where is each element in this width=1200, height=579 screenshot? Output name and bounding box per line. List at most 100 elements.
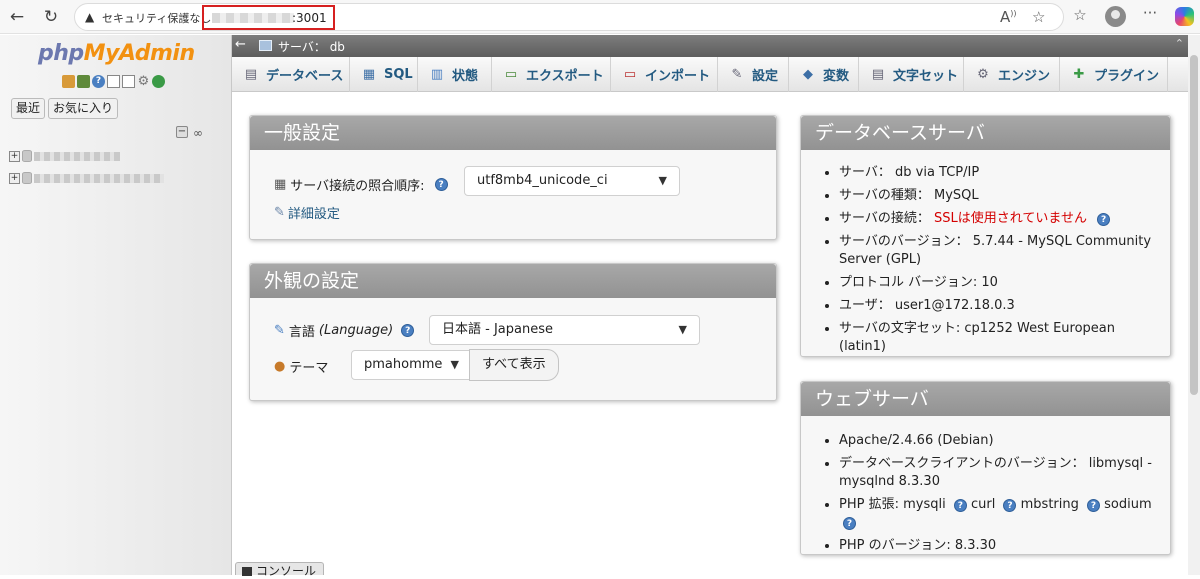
chevron-down-icon: ▼ — [658, 174, 667, 187]
blurred-db-name — [34, 151, 120, 161]
db-server-info-list: サーバ： db via TCP/IP サーバの種類： MySQL サーバの接続：… — [819, 164, 1164, 361]
collapse-nav-arrow-icon[interactable]: ← — [235, 37, 246, 52]
gear-icon[interactable]: ⚙ — [137, 75, 150, 88]
tab-import[interactable]: ▭ インポート — [611, 57, 718, 92]
list-item: データベースクライアントのバージョン： libmysql - mysqlnd 8… — [839, 455, 1159, 491]
url-port: :3001 — [292, 11, 327, 25]
server-icon — [259, 40, 272, 51]
logout-icon[interactable] — [77, 75, 90, 88]
theme-label: ● テーマ — [274, 359, 329, 376]
general-settings-panel: 一般設定 ▦ サーバ接続の照合順序: ? utf8mb4_unicode_ci … — [249, 115, 777, 240]
ssl-status: SSLは使用されていません — [934, 211, 1087, 226]
list-icon: ▦ — [274, 177, 287, 192]
refresh-icon[interactable] — [152, 75, 165, 88]
db-tree-item[interactable]: + — [9, 171, 164, 185]
chevron-down-icon: ▼ — [678, 323, 687, 336]
phpmyadmin-logo[interactable]: phpMyAdmin — [38, 41, 195, 66]
link-with-main-icon[interactable]: ∞ — [193, 126, 203, 140]
back-icon[interactable]: ← — [6, 6, 28, 28]
database-server-panel: データベースサーバ サーバ： db via TCP/IP サーバの種類： MyS… — [800, 115, 1171, 357]
help-icon[interactable]: ? — [1097, 213, 1111, 226]
scrollbar-thumb[interactable] — [1190, 55, 1198, 395]
list-item: サーバのバージョン： 5.7.44 - MySQL Community Serv… — [839, 233, 1164, 269]
expand-icon[interactable]: + — [9, 150, 20, 162]
read-aloud-icon[interactable]: A)) — [1000, 8, 1017, 26]
tab-export[interactable]: ▭ エクスポート — [492, 57, 611, 92]
panel-title: 一般設定 — [250, 116, 776, 150]
tab-engines[interactable]: ⚙ エンジン — [964, 57, 1060, 92]
tab-status[interactable]: ▥ 状態 — [418, 57, 492, 92]
tab-databases[interactable]: ▤ データベース — [232, 57, 350, 92]
help-icon[interactable]: ? — [953, 499, 967, 512]
breadcrumb-server[interactable]: サーバ： db — [278, 38, 345, 55]
tab-charsets[interactable]: ▤ 文字セット — [859, 57, 964, 92]
sql-icon: ▦ — [362, 67, 376, 82]
warning-icon: ▲ — [85, 10, 95, 24]
copilot-icon[interactable] — [1175, 7, 1194, 26]
palette-icon: ● — [274, 359, 286, 374]
help-icon[interactable]: ? — [434, 178, 448, 191]
favorites-list-icon[interactable]: ☆ — [1069, 6, 1091, 24]
tab-sql[interactable]: ▦ SQL — [350, 57, 418, 92]
status-icon: ▥ — [430, 67, 444, 82]
page-scrollbar[interactable] — [1188, 35, 1200, 575]
variables-icon: ◆ — [803, 67, 813, 82]
navigation-panel: phpMyAdmin ? ⚙ 最近 お気に入り − ∞ + + — [0, 35, 232, 575]
export-icon: ▭ — [504, 67, 518, 82]
home-icon[interactable] — [62, 75, 75, 88]
wrench-icon: ✎ — [274, 205, 285, 220]
language-select[interactable]: 日本語 - Japanese ▼ — [429, 315, 700, 345]
help-icon[interactable]: ? — [401, 324, 415, 337]
help-icon[interactable]: ? — [1003, 499, 1017, 512]
url-blurred-host — [212, 13, 294, 23]
charset-icon: ▤ — [871, 67, 885, 82]
more-settings-link[interactable]: ✎ 詳細設定 — [274, 203, 340, 222]
server-menu: ▤ データベース ▦ SQL ▥ 状態 ▭ エクスポート ▭ インポート ✎ 設定 ◆ 変数 … — [232, 57, 1188, 92]
list-item: PHP のバージョン: 8.3.30 — [839, 537, 1159, 555]
list-item: サーバの接続： SSLは使用されていません ? — [839, 210, 1164, 228]
list-item: サーバの文字セット: cp1252 West European (latin1) — [839, 320, 1164, 356]
recent-tab[interactable]: 最近 — [11, 98, 46, 119]
list-item: サーバ： db via TCP/IP — [839, 164, 1164, 182]
plugin-icon: ✚ — [1073, 67, 1085, 82]
database-icon: ▤ — [244, 67, 258, 82]
help-icon[interactable]: ? — [1087, 499, 1100, 512]
import-icon: ▭ — [623, 67, 637, 82]
list-item: サーバの種類： MySQL — [839, 187, 1164, 205]
browser-toolbar: ← ↻ ▲ セキュリティ保護なし :3001 A)) ☆ ☆ ··· — [0, 0, 1200, 34]
web-server-panel: ウェブサーバ Apache/2.4.66 (Debian) データベースクライア… — [800, 381, 1171, 555]
language-icon: ✎ — [274, 323, 285, 338]
wrench-icon: ✎ — [731, 67, 743, 82]
reload-icon[interactable]: ↻ — [40, 6, 62, 28]
theme-select[interactable]: pmahomme ▼ — [351, 350, 470, 380]
help-icon[interactable]: ? — [843, 517, 856, 530]
docs-sql-icon[interactable] — [122, 75, 135, 88]
scroll-top-icon[interactable]: ⌃ — [1175, 37, 1184, 50]
help-icon[interactable]: ? — [92, 75, 105, 88]
favorites-tab[interactable]: お気に入り — [48, 98, 119, 119]
breadcrumb: ← サーバ： db ⌃ — [232, 35, 1188, 57]
tab-plugins[interactable]: ✚ プラグイン — [1060, 57, 1168, 92]
address-bar[interactable]: ▲ セキュリティ保護なし :3001 A)) ☆ — [74, 3, 1064, 31]
tab-variables[interactable]: ◆ 変数 — [789, 57, 859, 92]
console-toggle[interactable]: コンソール — [235, 562, 324, 578]
list-item: PHP 拡張: mysqli ? curl ? mbstring ? sodiu… — [839, 496, 1159, 532]
list-item: プロトコル バージョン: 10 — [839, 274, 1164, 292]
panel-title: 外観の設定 — [250, 264, 776, 298]
security-status[interactable]: セキュリティ保護なし — [102, 10, 211, 26]
blurred-db-name — [34, 173, 164, 183]
profile-avatar[interactable] — [1105, 6, 1126, 27]
collation-label: ▦ サーバ接続の照合順序: ? — [274, 175, 448, 194]
engine-icon: ⚙ — [977, 67, 989, 82]
documentation-icon[interactable] — [107, 75, 120, 88]
chevron-down-icon: ▼ — [450, 358, 459, 371]
collapse-all-icon[interactable]: − — [176, 126, 188, 138]
list-item: ユーザ： user1@172.18.0.3 — [839, 297, 1164, 315]
more-menu-icon[interactable]: ··· — [1139, 4, 1161, 22]
view-all-themes-button[interactable]: すべて表示 — [469, 349, 559, 381]
tab-settings[interactable]: ✎ 設定 — [718, 57, 789, 92]
favorite-star-icon[interactable]: ☆ — [1032, 8, 1045, 26]
db-tree-item[interactable]: + — [9, 149, 120, 163]
expand-icon[interactable]: + — [9, 172, 20, 184]
collation-select[interactable]: utf8mb4_unicode_ci ▼ — [464, 166, 680, 196]
